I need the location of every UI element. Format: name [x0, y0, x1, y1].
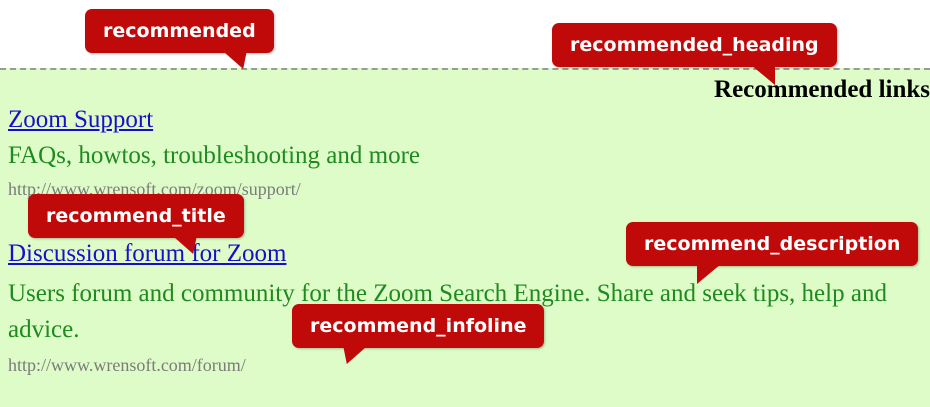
recommend-description: FAQs, howtos, troubleshooting and more [8, 142, 421, 169]
callout-recommended-pointer [222, 51, 258, 69]
recommend-title-link[interactable]: Zoom Support [8, 106, 153, 134]
callout-recommend-description: recommend_description [626, 222, 919, 266]
recommended-heading: Recommended links [714, 76, 930, 103]
callout-recommend-title: recommend_title [28, 194, 244, 238]
recommend-title-link[interactable]: Discussion forum for Zoom [8, 240, 286, 268]
recommend-infoline: http://www.wrensoft.com/forum/ [8, 355, 246, 375]
callout-recommended-heading: recommended_heading [552, 23, 837, 67]
callout-recommended: recommended [85, 9, 274, 53]
callout-recommend-infoline: recommend_infoline [292, 304, 545, 348]
